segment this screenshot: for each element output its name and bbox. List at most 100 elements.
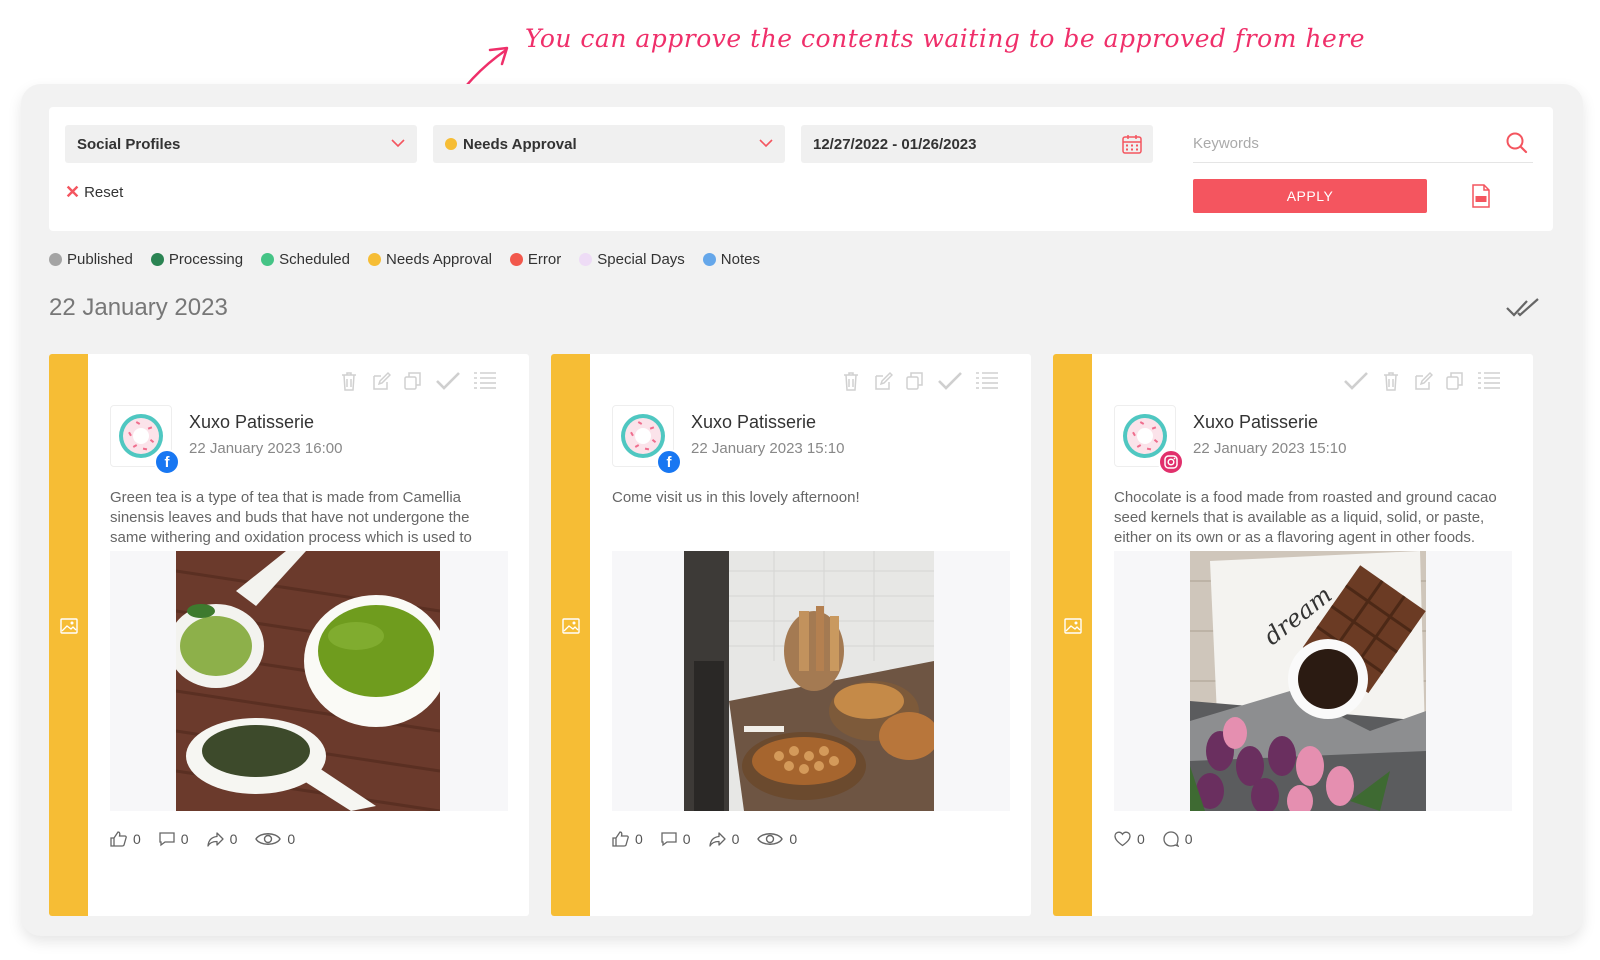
- likes-stat[interactable]: 0: [1114, 831, 1145, 847]
- post-card[interactable]: f Xuxo Patisserie 22 January 2023 16:00 …: [49, 354, 529, 916]
- edit-icon[interactable]: [873, 371, 893, 391]
- bakery-photo: [684, 551, 934, 811]
- post-time: 22 January 2023 15:10: [691, 440, 845, 457]
- keywords-field: [1193, 125, 1533, 163]
- status-strip: [49, 354, 88, 916]
- pdf-export-icon[interactable]: [1471, 184, 1491, 208]
- legend-label: Error: [527, 251, 562, 268]
- status-strip: [551, 354, 590, 916]
- legend-label: Published: [67, 251, 133, 268]
- legend-dot: [509, 253, 523, 266]
- content-panel: Social Profiles Needs Approval 12/27/202…: [21, 84, 1583, 936]
- legend-dot: [702, 253, 716, 266]
- search-icon[interactable]: [1505, 131, 1529, 155]
- post-actions: [339, 370, 497, 392]
- status-strip: [1053, 354, 1092, 916]
- post-text: Green tea is a type of tea that is made …: [110, 489, 472, 546]
- likes-stat[interactable]: 0: [110, 831, 141, 847]
- shares-stat[interactable]: 0: [708, 831, 740, 847]
- post-media[interactable]: dream: [1114, 551, 1512, 811]
- comments-stat[interactable]: 0: [159, 831, 189, 847]
- copy-icon[interactable]: [403, 371, 423, 391]
- copy-icon[interactable]: [905, 371, 925, 391]
- date-range-input[interactable]: 12/27/2022 - 01/26/2023: [801, 125, 1153, 163]
- reset-label: Reset: [84, 183, 124, 201]
- heart-icon: [1114, 831, 1131, 847]
- approve-all-icon[interactable]: [1505, 296, 1541, 320]
- legend-item: Needs Approval: [368, 251, 492, 268]
- close-icon: ✕: [65, 182, 81, 202]
- post-stats: 0 0 0 0: [612, 831, 815, 847]
- profile-avatar: f: [110, 405, 180, 475]
- comments-count: 0: [1184, 831, 1193, 847]
- legend-item: Special Days: [579, 251, 685, 268]
- views-stat[interactable]: 0: [255, 831, 295, 847]
- shares-count: 0: [229, 831, 238, 847]
- chocolate-photo: dream: [1190, 551, 1426, 811]
- list-icon[interactable]: [473, 370, 497, 392]
- post-media[interactable]: [612, 551, 1010, 811]
- list-icon[interactable]: [1477, 370, 1501, 392]
- profile-avatar: f: [612, 405, 682, 475]
- post-card[interactable]: f Xuxo Patisserie 22 January 2023 15:10 …: [551, 354, 1031, 916]
- copy-icon[interactable]: [1445, 371, 1465, 391]
- legend-dot: [49, 253, 62, 266]
- comments-stat[interactable]: 0: [661, 831, 691, 847]
- keywords-input[interactable]: [1193, 135, 1483, 152]
- likes-count: 0: [1137, 831, 1145, 847]
- account-name: Xuxo Patisserie: [691, 412, 817, 432]
- account-name: Xuxo Patisserie: [189, 412, 315, 432]
- apply-button[interactable]: APPLY: [1193, 179, 1427, 213]
- trash-icon[interactable]: [1381, 370, 1401, 392]
- likes-stat[interactable]: 0: [612, 831, 643, 847]
- legend-item: Processing: [150, 251, 244, 268]
- post-stats: 0 0 0 0: [110, 831, 313, 847]
- image-icon: [1064, 618, 1082, 634]
- legend-label: Needs Approval: [386, 251, 492, 268]
- legend-dot: [150, 253, 164, 266]
- comments-stat[interactable]: 0: [1163, 831, 1193, 847]
- legend-item: Scheduled: [261, 251, 350, 268]
- calendar-icon[interactable]: [1121, 133, 1143, 155]
- profile-avatar: [1114, 405, 1184, 475]
- views-count: 0: [287, 831, 296, 847]
- post-actions: [841, 370, 999, 392]
- filter-bar: Social Profiles Needs Approval 12/27/202…: [49, 107, 1553, 231]
- thumbs-up-icon: [110, 831, 127, 847]
- post-text: Chocolate is a food made from roasted an…: [1114, 489, 1497, 546]
- date-heading: 22 January 2023: [49, 294, 228, 321]
- account-name: Xuxo Patisserie: [1193, 412, 1319, 432]
- shares-count: 0: [731, 831, 740, 847]
- social-profiles-select[interactable]: Social Profiles: [65, 125, 417, 163]
- share-icon: [206, 831, 224, 847]
- green-tea-photo: [176, 551, 440, 811]
- status-select[interactable]: Needs Approval: [433, 125, 785, 163]
- post-media[interactable]: [110, 551, 508, 811]
- trash-icon[interactable]: [841, 370, 861, 392]
- post-card[interactable]: Xuxo Patisserie 22 January 2023 15:10 Ch…: [1053, 354, 1533, 916]
- approve-check-icon[interactable]: [1343, 370, 1369, 392]
- facebook-icon: f: [656, 449, 682, 475]
- edit-icon[interactable]: [371, 371, 391, 391]
- image-icon: [60, 618, 78, 634]
- post-text: Come visit us in this lovely afternoon!: [612, 489, 860, 506]
- list-icon[interactable]: [975, 370, 999, 392]
- post-time: 22 January 2023 16:00: [189, 440, 343, 457]
- likes-count: 0: [635, 831, 643, 847]
- trash-icon[interactable]: [339, 370, 359, 392]
- views-count: 0: [789, 831, 798, 847]
- legend-label: Processing: [168, 251, 244, 268]
- reset-button[interactable]: ✕ Reset: [65, 183, 123, 201]
- views-stat[interactable]: 0: [757, 831, 797, 847]
- edit-icon[interactable]: [1413, 371, 1433, 391]
- instagram-icon: [1158, 449, 1184, 475]
- post-stats: 0 0: [1114, 831, 1211, 847]
- eye-icon: [255, 833, 282, 845]
- shares-stat[interactable]: 0: [206, 831, 238, 847]
- comments-count: 0: [682, 831, 691, 847]
- legend-dot: [579, 253, 593, 266]
- approve-check-icon[interactable]: [435, 370, 461, 392]
- approve-check-icon[interactable]: [937, 370, 963, 392]
- share-icon: [708, 831, 726, 847]
- status-label: Needs Approval: [463, 135, 577, 153]
